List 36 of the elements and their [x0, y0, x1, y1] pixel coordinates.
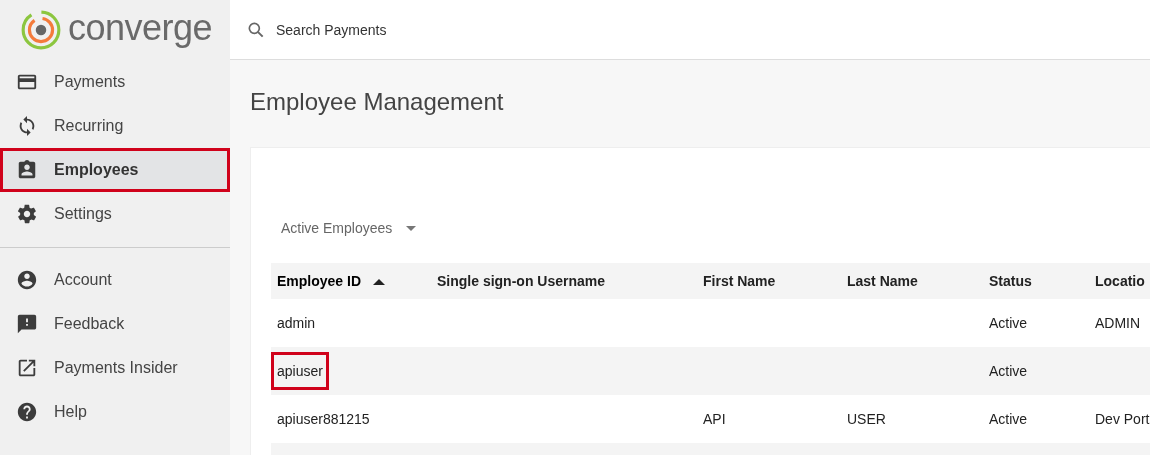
sort-arrow-icon	[373, 279, 386, 286]
table-cell-text: Dev Port	[1094, 410, 1150, 429]
search-field[interactable]: Search Payments	[274, 20, 578, 39]
caret-icon	[406, 225, 417, 231]
sidebar-item[interactable]: Payments	[0, 60, 230, 104]
id-badge-icon	[16, 159, 38, 181]
page-title: Employee Management	[250, 88, 505, 117]
table-cell-text: API	[702, 410, 727, 429]
concentric-rings-logo-icon	[20, 9, 62, 51]
gear-icon	[16, 203, 38, 225]
feedback-icon	[16, 313, 38, 335]
column-header[interactable]: Locatio	[1089, 263, 1150, 299]
sidebar-item[interactable]: Account	[0, 258, 230, 302]
column-header[interactable]: Last Name	[841, 263, 983, 299]
table-cell-text: USER	[846, 410, 887, 429]
sidebar-item[interactable]: Employees	[0, 148, 230, 192]
table-cell-text: ADMIN	[1094, 314, 1142, 333]
sidebar-item[interactable]: Help	[0, 390, 230, 434]
filter-dropdown[interactable]: Active Employees	[281, 211, 417, 245]
column-header[interactable]: Status	[983, 263, 1089, 299]
logo-wordmark: converge	[68, 10, 213, 50]
help-icon	[16, 401, 38, 423]
table-cell-text: Active	[988, 362, 1029, 381]
column-header[interactable]: Employee ID	[271, 263, 431, 299]
table-cell: apiuser	[271, 352, 329, 390]
table-cell-text: apiuser881215	[276, 410, 371, 429]
table-cell-text: Active	[988, 314, 1029, 333]
sidebar-item[interactable]: Feedback	[0, 302, 230, 346]
column-header[interactable]: First Name	[697, 263, 841, 299]
sidebar-item[interactable]: Settings	[0, 192, 230, 236]
sidebar-item[interactable]: Payments Insider	[0, 346, 230, 390]
table-cell-text: Active	[988, 410, 1029, 429]
external-link-icon	[16, 357, 38, 379]
table-cell-text: admin	[276, 314, 317, 333]
column-header[interactable]: Single sign-on Username	[431, 263, 697, 299]
sidebar-item[interactable]: Recurring	[0, 104, 230, 148]
